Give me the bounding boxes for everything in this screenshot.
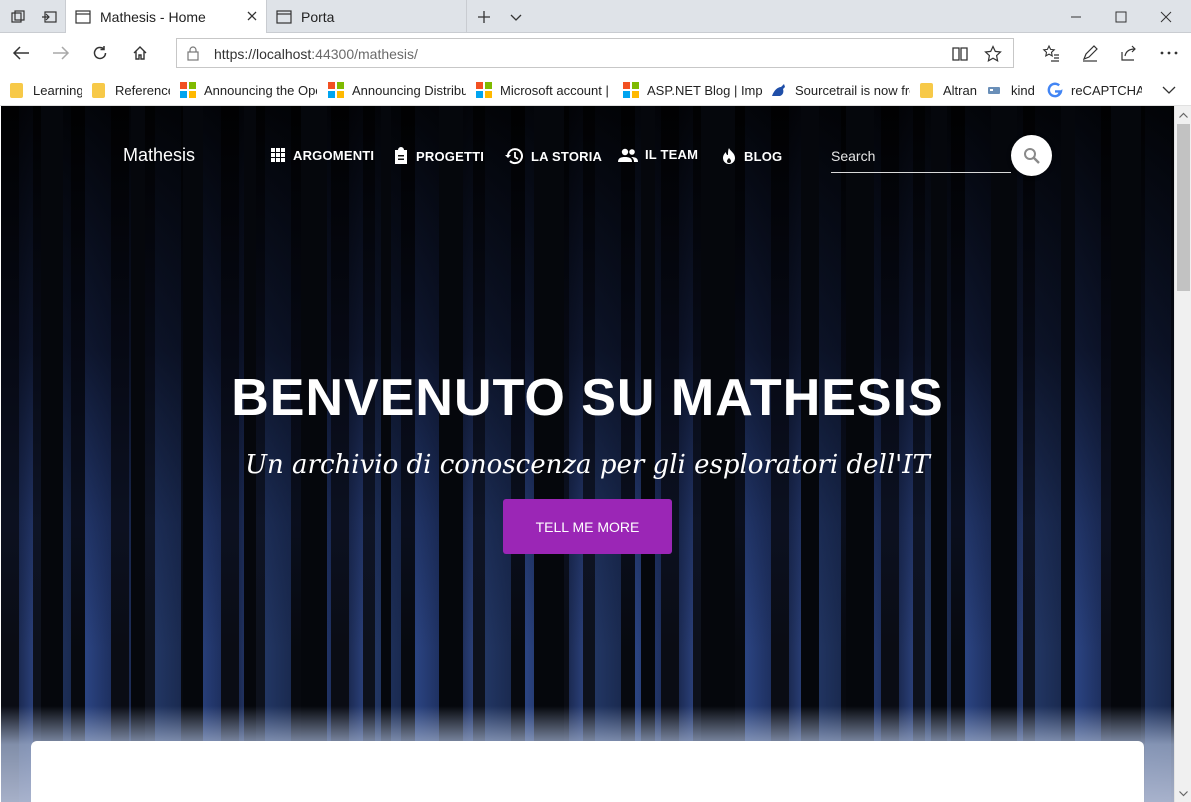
kind-icon [988,87,1000,94]
tab-title: Mathesis - Home [100,8,206,25]
more-icon[interactable] [1156,40,1182,66]
search-icon [1023,147,1040,164]
favorite-aspnet-blog[interactable]: ASP.NET Blog | Impro [623,81,763,99]
favorites-overflow-chevron-icon[interactable] [1162,81,1178,99]
search-field[interactable] [831,142,1011,173]
minimize-icon[interactable] [1053,0,1098,33]
scroll-up-icon[interactable] [1175,106,1191,123]
microsoft-logo-icon [328,82,344,98]
favorite-announcing-distributed[interactable]: Announcing Distribut [328,81,466,99]
nav-la-storia[interactable]: LA STORIA [504,147,602,165]
favorite-reference[interactable]: Reference [92,81,170,99]
favorites-bar: Learning Reference Announcing the Oper A… [0,73,1191,106]
folder-icon [92,82,105,98]
clipboard-icon [395,147,407,164]
microsoft-logo-icon [180,82,196,98]
tab-porta[interactable]: Porta [267,0,467,33]
nav-argomenti[interactable]: ARGOMENTI [270,147,374,163]
tab-set-aside-icon[interactable] [9,8,27,26]
google-icon [1047,82,1063,98]
reading-view-icon[interactable] [951,45,969,63]
page-scrollbar[interactable] [1174,106,1191,802]
chevron-down-icon[interactable] [507,8,525,26]
forward-icon[interactable] [48,40,74,66]
favorite-learning[interactable]: Learning [10,81,82,99]
people-icon [618,148,638,162]
share-icon[interactable] [1116,40,1142,66]
tab-mathesis-home[interactable]: Mathesis - Home [65,0,267,33]
hero-subtitle: Un archivio di conoscenza per gli esplor… [245,450,930,480]
folder-icon [920,82,933,98]
tab-title: Porta [301,8,335,25]
page-viewport: Mathesis ARGOMENTI PROGETTI LA STORIA IL… [1,106,1174,802]
close-window-icon[interactable] [1143,0,1188,33]
back-icon[interactable] [8,40,34,66]
url-text: https://localhost:44300/mathesis/ [214,46,418,62]
address-row: https://localhost:44300/mathesis/ [0,33,1191,73]
page-icon [276,9,292,24]
grid-icon [271,148,285,162]
search-button[interactable] [1011,135,1052,176]
refresh-icon[interactable] [87,40,113,66]
nav-blog[interactable]: BLOG [721,147,782,165]
lock-icon[interactable] [187,46,199,61]
favorite-altran[interactable]: Altran [920,81,978,99]
tell-me-more-button[interactable]: TELL ME MORE [503,499,672,554]
favorite-recaptcha[interactable]: reCAPTCHA [1047,81,1142,99]
new-tab-icon[interactable] [475,8,493,26]
microsoft-logo-icon [476,82,492,98]
maximize-icon[interactable] [1098,0,1143,33]
search-input[interactable] [831,142,1011,170]
scroll-down-icon[interactable] [1175,785,1191,802]
folder-icon [10,82,23,98]
favorite-star-icon[interactable] [984,45,1002,63]
pen-icon[interactable] [1077,40,1103,66]
tabs-aside-icon[interactable] [40,8,58,26]
scroll-thumb[interactable] [1177,124,1190,291]
content-card [31,741,1144,802]
browser-tab-bar: Mathesis - Home Porta [0,0,1191,33]
close-tab-icon[interactable] [244,8,260,24]
nav-il-team[interactable]: IL TEAM [618,147,698,162]
address-bar[interactable]: https://localhost:44300/mathesis/ [176,38,1014,68]
history-icon [505,148,523,165]
sourcetrail-icon [772,84,785,96]
favorite-announcing-open[interactable]: Announcing the Oper [180,81,317,99]
favorites-hub-icon[interactable] [1038,40,1064,66]
flame-icon [723,148,735,164]
nav-progetti[interactable]: PROGETTI [393,147,484,165]
home-icon[interactable] [127,40,153,66]
favorite-microsoft-account[interactable]: Microsoft account | R [476,81,613,99]
site-brand[interactable]: Mathesis [123,145,195,166]
favorite-kind[interactable]: kind [987,81,1037,99]
hero-title: BENVENUTO SU MATHESIS [231,369,944,427]
page-icon [75,9,91,24]
microsoft-logo-icon [623,82,639,98]
favorite-sourcetrail[interactable]: Sourcetrail is now free [771,81,910,99]
